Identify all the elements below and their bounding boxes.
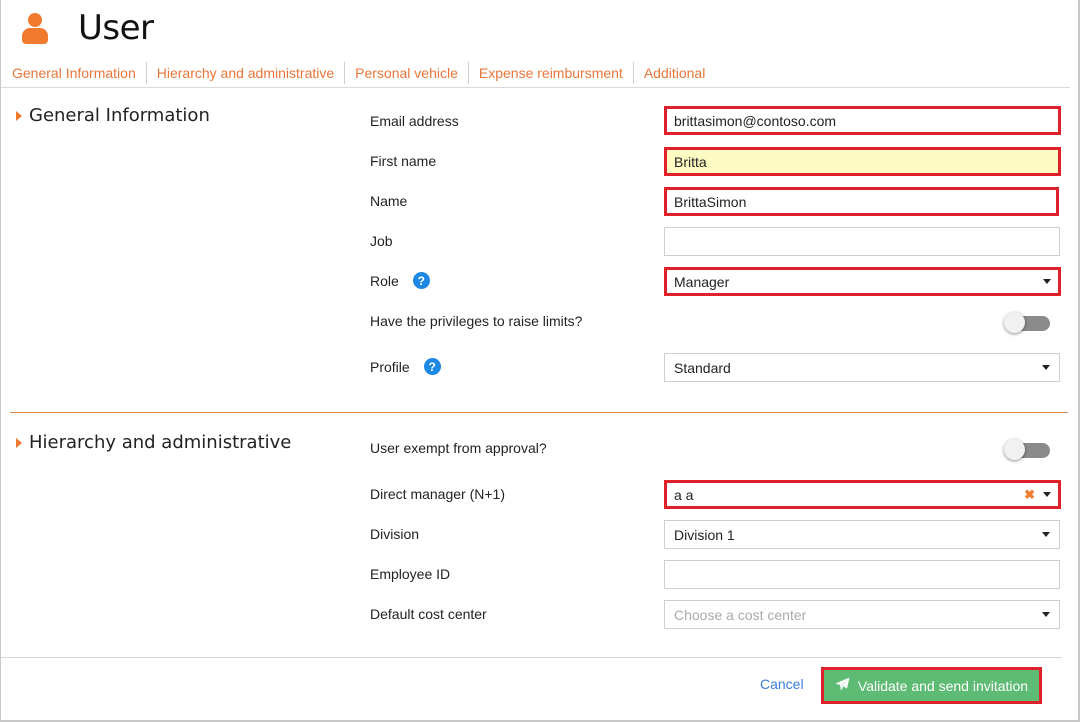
validate-send-invitation-button[interactable]: Validate and send invitation xyxy=(821,667,1042,704)
footer-divider xyxy=(1,657,1062,658)
division-select[interactable]: Division 1 xyxy=(664,520,1060,549)
raise-limits-toggle[interactable] xyxy=(1004,312,1050,334)
page-title: User xyxy=(78,8,154,48)
section-general-information[interactable]: General Information xyxy=(16,105,210,126)
exempt-label: User exempt from approval? xyxy=(370,440,547,456)
role-label: Role ? xyxy=(370,272,430,289)
user-icon xyxy=(20,11,50,45)
tab-personal-vehicle[interactable]: Personal vehicle xyxy=(345,61,469,84)
name-label: Name xyxy=(370,193,408,209)
employee-id-label: Employee ID xyxy=(370,566,451,582)
section-title: Hierarchy and administrative xyxy=(29,432,292,453)
paper-plane-icon xyxy=(835,677,850,694)
tab-additional[interactable]: Additional xyxy=(634,62,716,84)
section-title: General Information xyxy=(29,105,210,126)
question-circle-icon[interactable]: ? xyxy=(423,358,441,375)
profile-label: Profile ? xyxy=(370,358,441,375)
manager-select[interactable]: a a ✖ xyxy=(664,480,1061,509)
first-name-field[interactable]: Britta xyxy=(664,147,1061,176)
manager-label: Direct manager (N+1) xyxy=(370,486,505,502)
chevron-down-icon xyxy=(1042,532,1050,537)
first-name-label: First name xyxy=(370,153,437,169)
cost-center-select[interactable]: Choose a cost center xyxy=(664,600,1060,629)
job-label: Job xyxy=(370,233,393,249)
chevron-down-icon xyxy=(1042,612,1050,617)
tab-general-information[interactable]: General Information xyxy=(1,61,147,84)
name-field[interactable]: BrittaSimon xyxy=(664,187,1059,216)
tab-hierarchy-administrative[interactable]: Hierarchy and administrative xyxy=(147,61,346,84)
caret-right-icon xyxy=(16,437,22,448)
profile-select[interactable]: Standard xyxy=(664,353,1060,382)
tab-expense-reimbursment[interactable]: Expense reimbursment xyxy=(469,61,634,84)
raise-limits-label: Have the privileges to raise limits? xyxy=(370,313,583,329)
caret-right-icon xyxy=(16,110,22,121)
cost-center-label: Default cost center xyxy=(370,606,487,622)
chevron-down-icon xyxy=(1042,365,1050,370)
exempt-approval-toggle[interactable] xyxy=(1004,439,1050,461)
job-field[interactable] xyxy=(664,227,1060,256)
chevron-down-icon xyxy=(1043,279,1051,284)
employee-id-field[interactable] xyxy=(664,560,1060,589)
chevron-down-icon xyxy=(1043,492,1051,497)
section-hierarchy-administrative[interactable]: Hierarchy and administrative xyxy=(16,432,291,453)
role-select[interactable]: Manager xyxy=(664,267,1061,296)
page-header: User xyxy=(20,8,154,48)
section-tabs: General Information Hierarchy and admini… xyxy=(1,58,1070,88)
email-label: Email address xyxy=(370,113,459,129)
section-divider xyxy=(10,412,1068,413)
email-field[interactable]: brittasimon@contoso.com xyxy=(664,106,1061,135)
division-label: Division xyxy=(370,526,420,542)
clear-icon[interactable]: ✖ xyxy=(1024,488,1035,501)
question-circle-icon[interactable]: ? xyxy=(412,272,430,289)
cancel-button[interactable]: Cancel xyxy=(760,676,804,692)
